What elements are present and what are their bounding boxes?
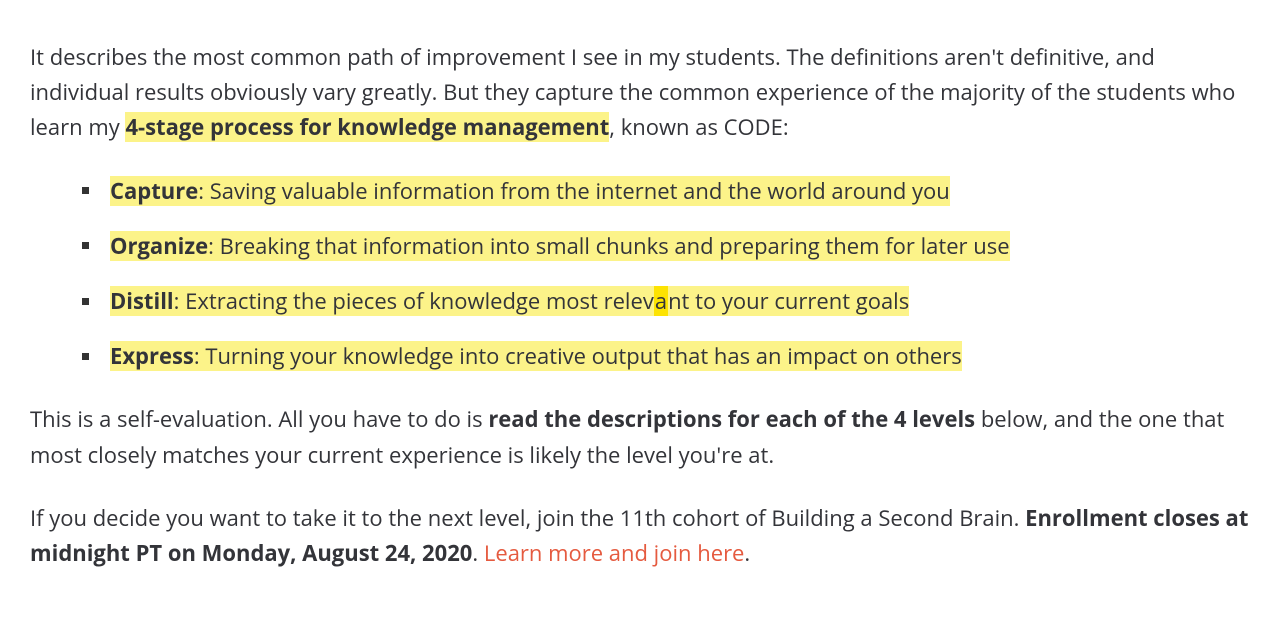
highlight: Distill: Extracting the pieces of knowle… bbox=[110, 286, 909, 316]
text-cursor: a bbox=[654, 286, 668, 316]
bullet-desc: : Turning your knowledge into creative o… bbox=[194, 341, 962, 371]
bullet-desc: : Breaking that information into small c… bbox=[208, 231, 1009, 261]
text: If you decide you want to take it to the… bbox=[30, 503, 1025, 533]
highlight: Capture: Saving valuable information fro… bbox=[110, 176, 950, 206]
paragraph-intro: It describes the most common path of imp… bbox=[30, 40, 1252, 146]
list-item: Capture: Saving valuable information fro… bbox=[82, 174, 1252, 209]
bullet-term: Organize bbox=[110, 231, 208, 261]
text: . bbox=[472, 538, 484, 568]
highlight-bold: 4-stage process for knowledge management bbox=[125, 112, 609, 142]
highlight: Express: Turning your knowledge into cre… bbox=[110, 341, 962, 371]
bullet-desc-b: nt to your current goals bbox=[668, 286, 909, 316]
highlight: Organize: Breaking that information into… bbox=[110, 231, 1010, 261]
list-item: Express: Turning your knowledge into cre… bbox=[82, 339, 1252, 374]
list-item: Distill: Extracting the pieces of knowle… bbox=[82, 284, 1252, 319]
list-item: Organize: Breaking that information into… bbox=[82, 229, 1252, 264]
bullet-term: Express bbox=[110, 341, 194, 371]
text-bold: 4-stage process for knowledge management bbox=[125, 112, 609, 142]
paragraph-self-eval: This is a self-evaluation. All you have … bbox=[30, 402, 1252, 472]
bullet-term: Distill bbox=[110, 286, 174, 316]
paragraph-cta: If you decide you want to take it to the… bbox=[30, 501, 1252, 571]
bullet-desc: : Saving valuable information from the i… bbox=[198, 176, 950, 206]
text-bold: read the descriptions for each of the 4 … bbox=[488, 404, 975, 434]
code-list: Capture: Saving valuable information fro… bbox=[82, 174, 1252, 375]
text: , known as CODE: bbox=[609, 112, 788, 142]
text: . bbox=[744, 538, 750, 568]
bullet-term: Capture bbox=[110, 176, 198, 206]
learn-more-link[interactable]: Learn more and join here bbox=[484, 538, 745, 568]
bullet-desc-a: : Extracting the pieces of knowledge mos… bbox=[174, 286, 654, 316]
text: This is a self-evaluation. All you have … bbox=[30, 404, 488, 434]
